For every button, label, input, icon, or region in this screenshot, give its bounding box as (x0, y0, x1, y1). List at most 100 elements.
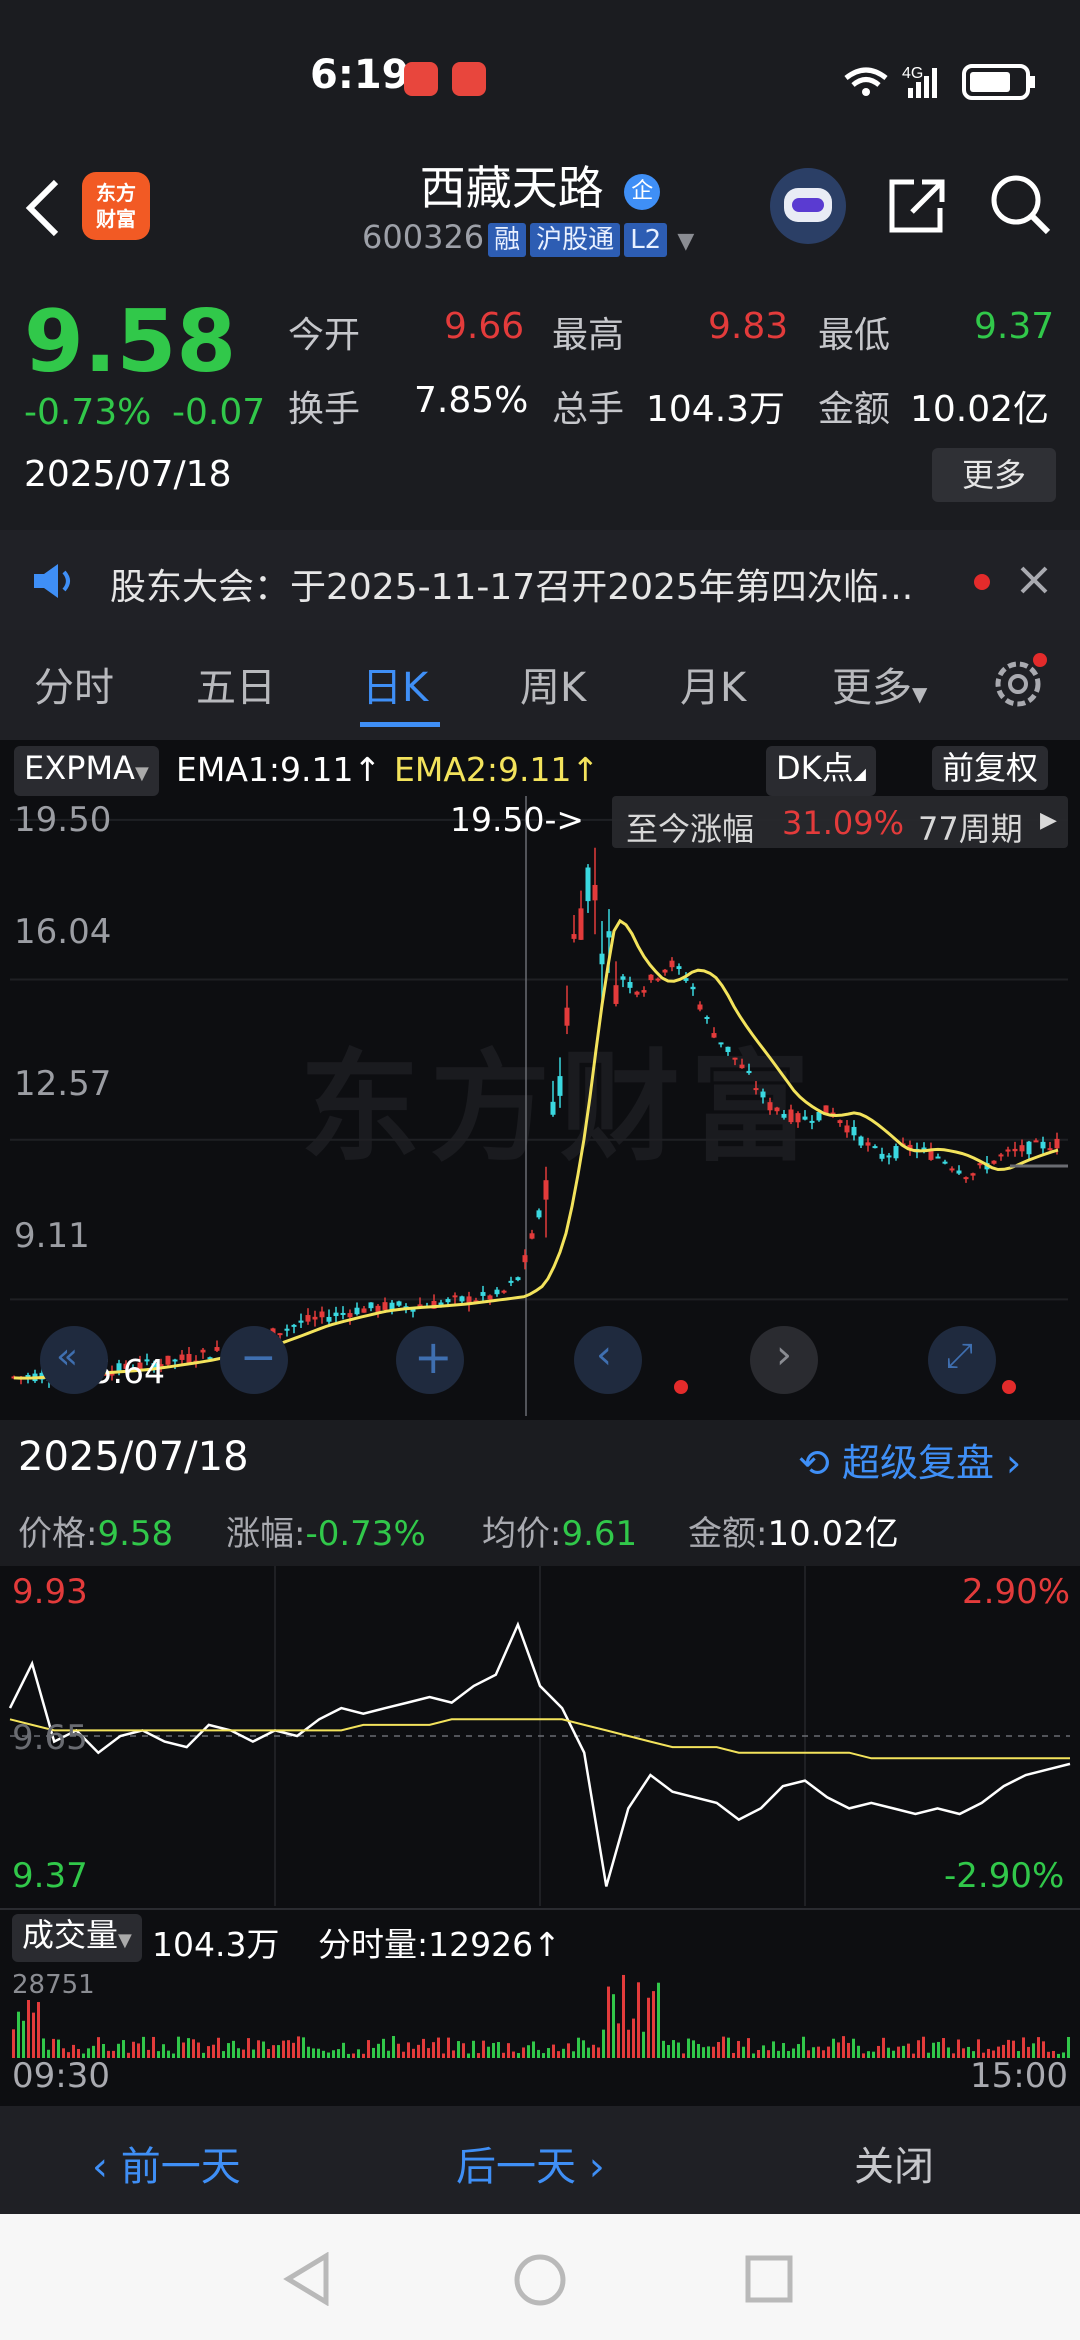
candle-body (851, 1126, 857, 1136)
candle-body (291, 1324, 297, 1327)
volume-bar (512, 2051, 515, 2058)
candle-body (732, 1057, 738, 1060)
volume-bar (342, 2042, 345, 2058)
quote-date: 2025/07/18 (24, 454, 232, 495)
range-box[interactable]: 至今涨幅 31.09% 77周期 ▶ (612, 796, 1068, 848)
next-day-label: 后一天 (456, 2144, 576, 2190)
volume-bar (617, 2023, 620, 2058)
tab-more[interactable]: 更多▼ (832, 655, 927, 713)
chevron-right-icon: ▶ (1040, 808, 1057, 833)
tab-daily-k[interactable]: 日K (362, 655, 428, 713)
candle-body (669, 960, 675, 968)
volume-bar (1022, 2037, 1025, 2058)
volume-bar (822, 2050, 825, 2058)
volume-bar (162, 2044, 165, 2058)
prev-day-button[interactable]: ‹ 前一天 (92, 2134, 241, 2192)
adjust-button[interactable]: 前复权 (932, 746, 1049, 790)
volume-bar (407, 2042, 410, 2058)
volume-bar (697, 2043, 700, 2058)
nav-back-icon[interactable] (282, 2252, 332, 2306)
volume-bar (447, 2037, 450, 2058)
volume-bar (152, 2036, 155, 2058)
settings-gear-icon[interactable] (990, 652, 1050, 712)
chevron-left-icon: ‹ (596, 1332, 612, 1378)
close-button[interactable]: 关闭 (854, 2134, 934, 2192)
candle-body (767, 1102, 773, 1111)
tab-intraday[interactable]: 分时 (34, 655, 114, 713)
volume-bar (217, 2037, 220, 2058)
candle-body (172, 1359, 178, 1362)
fullscreen-button[interactable]: ⤢ (928, 1326, 996, 1394)
candle-body (578, 908, 584, 940)
zoom-in-button[interactable]: + (396, 1326, 464, 1394)
volume-bar (732, 2052, 735, 2058)
volume-bar (522, 2047, 525, 2058)
volume-bar (747, 2038, 750, 2058)
volume-bar (537, 2049, 540, 2058)
candle-body (550, 1101, 556, 1115)
volume-selector[interactable]: 成交量▼ (12, 1914, 142, 1962)
volume-bar (767, 2050, 770, 2058)
replay-link[interactable]: ⟲ 超级复盘 › (798, 1432, 1021, 1487)
volume-bar (572, 2051, 575, 2058)
volume-bar (262, 2041, 265, 2058)
volume-bar (687, 2038, 690, 2058)
indicator-selector[interactable]: EXPMA▼ (14, 746, 159, 796)
volume-bar (962, 2048, 965, 2058)
candle-body (760, 1091, 766, 1098)
volume-bar (227, 2043, 230, 2058)
prev-day-label: 前一天 (120, 2144, 241, 2190)
close-icon[interactable] (1018, 564, 1050, 596)
volume-bar (917, 2040, 920, 2058)
volume-bar (337, 2049, 340, 2058)
volume-bar (852, 2038, 855, 2058)
volume-bar (357, 2049, 360, 2058)
more-button[interactable]: 更多 (932, 448, 1056, 502)
zoom-out-button[interactable]: − (220, 1326, 288, 1394)
volume-bar (272, 2045, 275, 2058)
volume-bar (302, 2037, 305, 2058)
nav-home-icon[interactable] (512, 2252, 568, 2308)
tab-five-day[interactable]: 五日 (196, 655, 276, 713)
candle-body (690, 986, 696, 990)
scroll-left-far-button[interactable]: « (40, 1326, 108, 1394)
volume-bar (547, 2048, 550, 2058)
volume-bar (582, 2040, 585, 2058)
volume-bar (717, 2041, 720, 2058)
dk-point-button[interactable]: DK点◢ (766, 746, 876, 796)
volume-bar (1067, 2036, 1070, 2058)
pct-tick-high: 2.90% (962, 1572, 1071, 1612)
scroll-right-button[interactable]: › (750, 1326, 818, 1394)
price-value: 9.58 (97, 1514, 174, 1554)
volume-bar (527, 2045, 530, 2058)
notice-bar[interactable]: 股东大会：于2025-11-17召开2025年第四次临... (0, 530, 1080, 630)
double-chevron-left-icon: « (56, 1336, 79, 1377)
tab-monthly-k[interactable]: 月K (680, 655, 746, 713)
y-tick: 9.11 (14, 1216, 90, 1256)
scroll-left-button[interactable]: ‹ (574, 1326, 642, 1394)
volume-bar (117, 2043, 120, 2058)
indicator-name: EXPMA (24, 749, 135, 787)
candle-body (697, 1004, 703, 1010)
volume-bar (22, 2020, 25, 2058)
volume-bar (187, 2038, 190, 2058)
stock-code-line[interactable]: 600326 融沪股通 L2 ▼ (362, 218, 694, 257)
caret-down-icon: ▼ (118, 1930, 132, 1951)
intraday-chart[interactable]: 9.93 9.65 9.37 2.90% -2.90% 成交量▼ 104.3万 … (0, 1566, 1080, 2106)
volume-bar (462, 2043, 465, 2058)
share-icon[interactable] (884, 172, 948, 238)
range-value: 31.09% (782, 804, 905, 842)
robot-avatar-icon[interactable] (770, 168, 846, 244)
volume-bar (12, 2029, 15, 2058)
search-icon[interactable] (988, 172, 1054, 238)
nav-recent-icon[interactable] (744, 2254, 794, 2304)
candle-body (501, 1290, 507, 1293)
tab-weekly-k[interactable]: 周K (520, 655, 586, 713)
stock-code: 600326 (362, 218, 485, 256)
volume-bar (207, 2046, 210, 2058)
kline-chart[interactable]: 东方财富 EXPMA▼ EMA1:9.11↑ EMA2:9.11↑ DK点◢ 前… (0, 740, 1080, 1420)
next-day-button[interactable]: 后一天 › (456, 2134, 605, 2192)
volume-bar (517, 2053, 520, 2058)
candle-body (676, 966, 682, 970)
volume-bar (327, 2052, 330, 2058)
